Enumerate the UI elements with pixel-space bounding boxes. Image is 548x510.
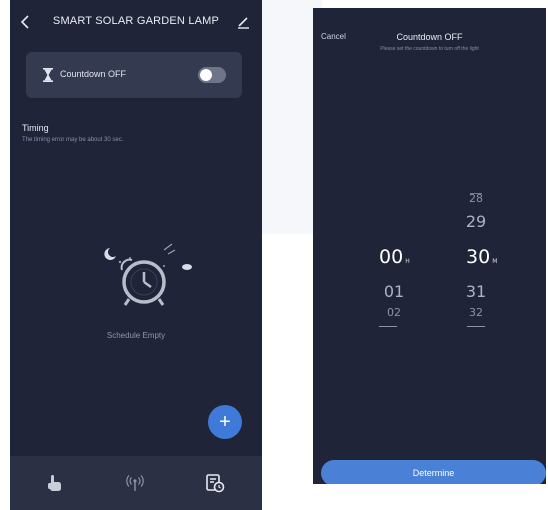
- timing-heading: Timing: [22, 123, 49, 133]
- schedule-screen: SMART SOLAR GARDEN LAMP Countdown OFF Ti…: [10, 0, 262, 510]
- hourglass-icon: [43, 68, 53, 82]
- picker-subtitle: Please set the countdown to turn off the…: [380, 46, 479, 52]
- toggle-knob: [200, 69, 212, 81]
- countdown-picker-screen: Cancel Countdown OFF Please set the coun…: [313, 8, 546, 484]
- hour-selected[interactable]: 00 H: [379, 246, 429, 268]
- add-schedule-button[interactable]: +: [208, 405, 242, 439]
- hour-unit: H: [405, 258, 410, 265]
- schedule-icon[interactable]: [204, 472, 226, 494]
- countdown-label: Countdown OFF: [60, 69, 127, 79]
- determine-button[interactable]: Determine: [321, 460, 546, 484]
- minute-option[interactable]: 29: [456, 212, 496, 231]
- minute-option[interactable]: 32: [456, 306, 496, 319]
- plus-icon: +: [219, 411, 231, 433]
- wheel-fade-top: [456, 180, 496, 194]
- hour-option[interactable]: 01: [379, 282, 409, 301]
- minute-unit: M: [492, 258, 498, 265]
- wheel-fade-bottom: [467, 326, 485, 327]
- minute-option[interactable]: 31: [456, 282, 496, 301]
- timing-note: The timing error may be about 30 sec.: [22, 137, 124, 143]
- hour-value: 00: [379, 246, 404, 268]
- chevron-left-icon[interactable]: [16, 12, 36, 32]
- radio-signal-icon[interactable]: [124, 472, 146, 494]
- alarm-clock-icon: [96, 236, 196, 316]
- wheel-fade-bottom: [379, 326, 397, 327]
- minute-option[interactable]: 28: [456, 192, 496, 205]
- header: SMART SOLAR GARDEN LAMP: [10, 0, 262, 44]
- edit-icon[interactable]: [234, 12, 254, 32]
- countdown-toggle[interactable]: [198, 67, 226, 83]
- picker-title: Countdown OFF: [396, 32, 463, 42]
- minute-value: 30: [466, 246, 491, 268]
- minute-selected[interactable]: 30 M: [466, 246, 516, 268]
- bottom-nav: [10, 456, 262, 510]
- empty-state-text: Schedule Empty: [106, 331, 166, 340]
- countdown-card[interactable]: Countdown OFF: [26, 52, 242, 98]
- page-title: SMART SOLAR GARDEN LAMP: [52, 15, 220, 27]
- hand-pointer-icon[interactable]: [44, 472, 66, 494]
- hour-option[interactable]: 02: [379, 306, 409, 319]
